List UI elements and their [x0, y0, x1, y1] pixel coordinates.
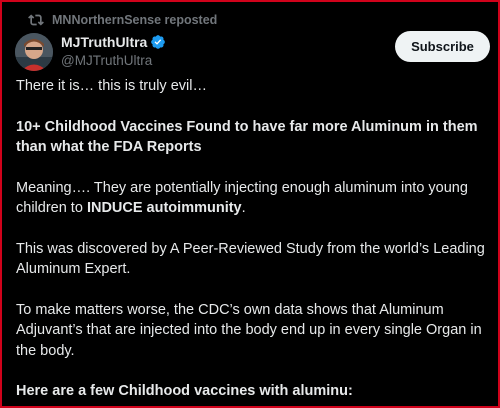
post-paragraph-meaning: Meaning…. They are potentially injecting…: [16, 178, 490, 219]
repost-icon: [28, 12, 44, 28]
post-headline: 10+ Childhood Vaccines Found to have far…: [16, 117, 490, 158]
repost-indicator[interactable]: MNNorthernSense reposted: [28, 12, 217, 28]
repost-text: MNNorthernSense reposted: [52, 13, 218, 27]
post-list-heading: Here are a few Childhood vaccines with a…: [16, 381, 490, 402]
subscribe-button[interactable]: Subscribe: [395, 31, 490, 62]
author-display-name[interactable]: MJTruthUltra: [61, 34, 147, 50]
post-frame: MNNorthernSense reposted MJTruthUltra @M…: [2, 2, 498, 406]
verified-badge-icon: [150, 34, 166, 50]
post-paragraph-study: This was discovered by A Peer-Reviewed S…: [16, 240, 485, 278]
post-paragraph-intro: There it is… this is truly evil…: [16, 78, 207, 94]
author-handle[interactable]: @MJTruthUltra: [61, 51, 166, 70]
avatar[interactable]: [15, 33, 53, 71]
meaning-emphasis: INDUCE autoimmunity: [86, 200, 242, 216]
post-text: There it is… this is truly evil… 10+ Chi…: [16, 76, 490, 406]
post-headline-text: 10+ Childhood Vaccines Found to have far…: [16, 118, 478, 156]
list-heading-text: Here are a few Childhood vaccines with a…: [16, 383, 353, 399]
post-paragraph-cdc: To make matters worse, the CDC’s own dat…: [16, 301, 482, 359]
meaning-end: .: [241, 200, 246, 216]
